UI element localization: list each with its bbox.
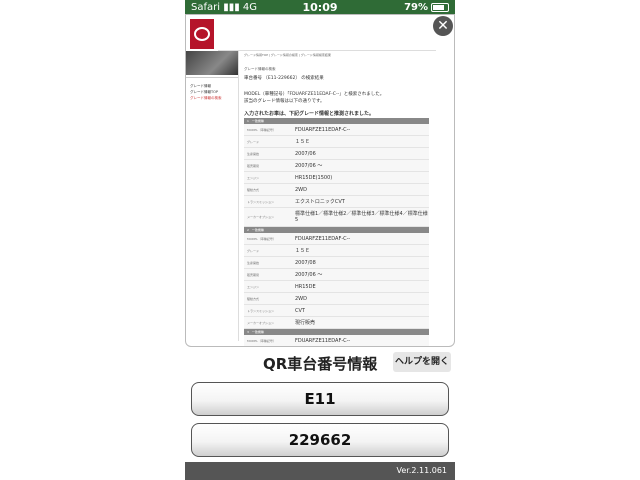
table-row: 生産開始 2007/06 — [244, 148, 429, 160]
page-label: グレード情報の検索 — [244, 67, 276, 71]
breadcrumb[interactable]: グレード情報TOP | グレード情報の検索 | グレード情報検索結果 — [244, 53, 331, 57]
row-value: HR15DE — [295, 283, 316, 290]
row-value: 2007/06 〜 — [295, 162, 323, 169]
brand-logo — [190, 19, 214, 49]
row-value: 2007/06 〜 — [295, 271, 323, 278]
message-line: MODEL（車種記号）「FDUARFZE11EDAF-C--」と検索されました。 — [244, 92, 385, 97]
row-value: FDUARFZE11EDAF-C-- — [295, 235, 351, 242]
table-row: 生産開始 2007/08 — [244, 257, 429, 269]
table-row: エンジン HR15DE(1500) — [244, 172, 429, 184]
header-divider — [218, 50, 436, 51]
row-value: 2007/08 — [295, 259, 316, 266]
status-bar: Safari ▮▮▮ 4G 10:09 79% — [185, 0, 455, 14]
row-key: 販売期間 — [247, 272, 260, 277]
model-code-field[interactable]: E11 — [191, 382, 449, 416]
row-key: 販売期間 — [247, 163, 260, 168]
row-value: FDUARFZE11EDAF-C-- — [295, 337, 351, 344]
table-row: メーカーオプション 標準仕様1／標準仕様2／標準仕様3／標準仕様4／標準仕様5 — [244, 208, 429, 227]
search-line: 車台番号 〔E11-229662〕 の検索結果 — [244, 76, 324, 81]
row-key: メーカーオプション — [247, 215, 275, 219]
row-value: エクストロニックCVT — [295, 198, 345, 205]
page-title: QR車台番号情報 — [263, 355, 378, 373]
car-interior-image — [186, 51, 238, 75]
column-divider — [238, 51, 239, 341]
battery-icon — [431, 2, 449, 12]
row-key: 駆動方式 — [247, 187, 260, 192]
row-key: グレード — [247, 139, 260, 144]
grade-table: 1 一致機種 MODEL（車種記号） FDUARFZE11EDAF-C-- グレード １… — [244, 118, 429, 346]
row-key: MODEL（車種記号） — [247, 127, 276, 132]
table-row: 駆動方式 2WD — [244, 293, 429, 305]
nav-divider — [186, 77, 238, 78]
row-value: 2WD — [295, 186, 307, 193]
table-row: 駆動方式 2WD — [244, 184, 429, 196]
version-footer: Ver.2.11.061 — [185, 462, 455, 480]
row-key: MODEL（車種記号） — [247, 236, 276, 241]
row-key: トランスミッション — [247, 199, 274, 204]
table-row: エンジン HR15DE — [244, 281, 429, 293]
table-row: トランスミッション エクストロニックCVT — [244, 196, 429, 208]
web-view[interactable]: グレード情報 グレード情報TOP グレード情報の検索 グレード情報TOP | グ… — [185, 14, 455, 347]
close-icon[interactable]: ✕ — [433, 16, 453, 36]
table-row: トランスミッション CVT — [244, 305, 429, 317]
row-value: 2007/06 — [295, 150, 316, 157]
left-nav-item-active[interactable]: グレード情報の検索 — [190, 95, 222, 101]
row-value: 標準仕様1／標準仕様2／標準仕様3／標準仕様4／標準仕様5 — [295, 211, 428, 223]
help-button[interactable]: ヘルプを開く — [393, 352, 451, 372]
row-value: CVT — [295, 307, 305, 314]
row-key: 生産開始 — [247, 151, 260, 156]
table-row: MODEL（車種記号） FDUARFZE11EDAF-C-- — [244, 124, 429, 136]
row-key: グレード — [247, 248, 260, 253]
row-key: トランスミッション — [247, 308, 274, 313]
row-value: FDUARFZE11EDAF-C-- — [295, 126, 351, 133]
row-key: エンジン — [247, 284, 260, 289]
result-heading: 入力されたお車は、下記グレード情報と推測されました。 — [244, 111, 375, 117]
table-row: MODEL（車種記号） FDUARFZE11EDAF-C-- — [244, 335, 429, 346]
table-row: グレード １５Ｅ — [244, 245, 429, 257]
message-line: 該当のグレード情報は以下の通りです。 — [244, 99, 325, 104]
row-value: 2WD — [295, 295, 307, 302]
clock: 10:09 — [302, 0, 338, 14]
row-value: １５Ｅ — [295, 247, 311, 254]
table-row: グレード １５Ｅ — [244, 136, 429, 148]
serial-number-field[interactable]: 229662 — [191, 423, 449, 457]
phone-screen: Safari ▮▮▮ 4G 10:09 79% グレード情報 グレード情報TOP… — [185, 0, 455, 480]
left-nav: グレード情報 グレード情報TOP グレード情報の検索 — [190, 83, 222, 101]
row-value: １５Ｅ — [295, 138, 311, 145]
row-key: エンジン — [247, 175, 260, 180]
table-row: MODEL（車種記号） FDUARFZE11EDAF-C-- — [244, 233, 429, 245]
row-value: 現行販売 — [295, 319, 316, 326]
version-label: Ver.2.11.061 — [396, 466, 448, 475]
row-key: メーカーオプション — [247, 320, 275, 325]
row-key: MODEL（車種記号） — [247, 338, 276, 343]
row-key: 生産開始 — [247, 260, 260, 265]
row-key: 駆動方式 — [247, 296, 260, 301]
row-value: HR15DE(1500) — [295, 174, 333, 181]
table-row: 販売期間 2007/06 〜 — [244, 160, 429, 172]
table-row: 販売期間 2007/06 〜 — [244, 269, 429, 281]
table-row: メーカーオプション 現行販売 — [244, 317, 429, 329]
